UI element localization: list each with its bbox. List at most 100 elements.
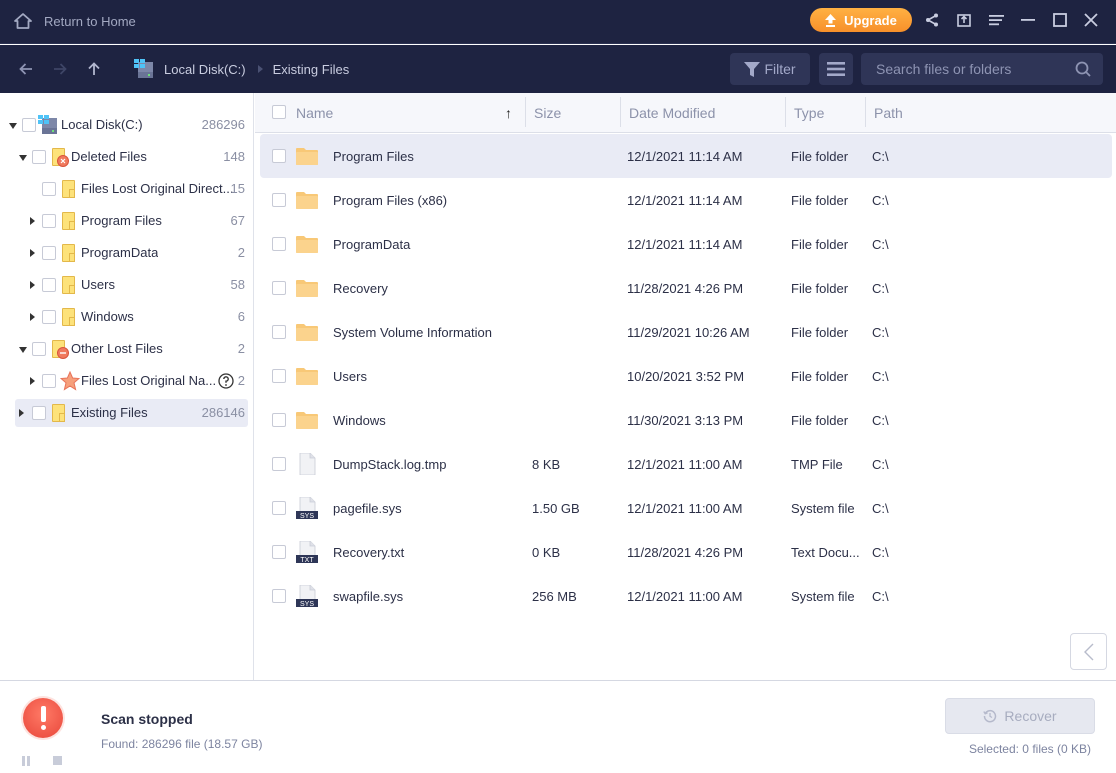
file-row[interactable]: SYS swapfile.sys 256 MB 12/1/2021 11:00 … [260, 574, 1112, 618]
up-button[interactable] [84, 59, 104, 79]
tree-checkbox[interactable] [42, 182, 56, 196]
folder-tree: Local Disk(C:) 286296 Deleted Files 148 File… [0, 93, 254, 681]
tree-item[interactable]: ProgramData 2 [0, 239, 254, 267]
tree-checkbox[interactable] [22, 118, 36, 132]
sort-ascending-icon[interactable]: ↑ [505, 105, 512, 121]
file-type: File folder [791, 281, 849, 296]
folder-icon [296, 412, 318, 429]
file-row[interactable]: Windows 11/30/2021 3:13 PM File folder C… [260, 398, 1112, 442]
row-checkbox[interactable] [272, 369, 286, 383]
caret-down-icon[interactable] [9, 123, 17, 129]
tree-checkbox[interactable] [32, 406, 46, 420]
tree-checkbox[interactable] [32, 150, 46, 164]
row-checkbox[interactable] [272, 457, 286, 471]
row-checkbox[interactable] [272, 545, 286, 559]
caret-right-icon[interactable] [30, 281, 35, 289]
tree-checkbox[interactable] [42, 246, 56, 260]
file-path: C:\ [872, 193, 889, 208]
search-input[interactable] [861, 61, 1061, 77]
close-button[interactable] [1081, 10, 1101, 30]
caret-right-icon[interactable] [30, 313, 35, 321]
file-row[interactable]: DumpStack.log.tmp 8 KB 12/1/2021 11:00 A… [260, 442, 1112, 486]
row-checkbox[interactable] [272, 589, 286, 603]
file-type: System file [791, 589, 855, 604]
caret-down-icon[interactable] [19, 155, 27, 161]
column-header-date-modified[interactable]: Date Modified [629, 105, 715, 121]
caret-down-icon[interactable] [19, 347, 27, 353]
share-icon [926, 13, 938, 27]
file-row[interactable]: Recovery 11/28/2021 4:26 PM File folder … [260, 266, 1112, 310]
tree-item[interactable]: Files Lost Original Direct... 15 [0, 175, 254, 203]
help-icon[interactable] [218, 373, 234, 389]
row-checkbox[interactable] [272, 325, 286, 339]
file-row[interactable]: TXT Recovery.txt 0 KB 11/28/2021 4:26 PM… [260, 530, 1112, 574]
title-bar: Return to Home Upgrade [0, 0, 1116, 44]
return-home-button[interactable]: Return to Home [14, 10, 136, 32]
breadcrumb-separator-icon [257, 65, 263, 73]
breadcrumb-item-local-disk[interactable]: Local Disk(C:) [164, 62, 246, 77]
file-row[interactable]: Program Files 12/1/2021 11:14 AM File fo… [260, 134, 1112, 178]
tree-item[interactable]: Users 58 [0, 271, 254, 299]
column-divider[interactable] [620, 97, 621, 127]
stop-button[interactable] [53, 756, 62, 765]
forward-button[interactable] [50, 59, 70, 79]
row-checkbox[interactable] [272, 281, 286, 295]
tree-item[interactable]: Other Lost Files 2 [0, 335, 254, 363]
column-divider[interactable] [865, 97, 866, 127]
view-menu-button[interactable] [819, 53, 853, 85]
column-header-path[interactable]: Path [874, 105, 903, 121]
tree-checkbox[interactable] [42, 278, 56, 292]
export-button[interactable] [954, 10, 974, 30]
caret-right-icon[interactable] [30, 377, 35, 385]
list-view-icon [827, 62, 845, 76]
app-menu-button[interactable] [986, 10, 1006, 30]
row-checkbox[interactable] [272, 237, 286, 251]
selected-summary: Selected: 0 files (0 KB) [968, 742, 1091, 756]
column-header-size[interactable]: Size [534, 105, 561, 121]
caret-right-icon[interactable] [30, 249, 35, 257]
column-header-name[interactable]: Name [296, 105, 333, 121]
collapse-preview-button[interactable] [1070, 633, 1107, 670]
file-row[interactable]: ProgramData 12/1/2021 11:14 AM File fold… [260, 222, 1112, 266]
tree-item[interactable]: Windows 6 [0, 303, 254, 331]
column-divider[interactable] [525, 97, 526, 127]
folder-icon-wrap [296, 277, 318, 299]
row-checkbox[interactable] [272, 193, 286, 207]
file-row[interactable]: Program Files (x86) 12/1/2021 11:14 AM F… [260, 178, 1112, 222]
tree-item-label: Program Files [81, 213, 162, 228]
file-name: Program Files (x86) [333, 193, 448, 208]
breadcrumb-item-existing-files[interactable]: Existing Files [273, 62, 350, 77]
tree-checkbox[interactable] [42, 214, 56, 228]
minimize-icon [1021, 19, 1035, 21]
caret-right-icon[interactable] [19, 409, 24, 417]
minimize-button[interactable] [1018, 10, 1038, 30]
recover-button[interactable]: Recover [945, 698, 1095, 734]
file-row[interactable]: System Volume Information 11/29/2021 10:… [260, 310, 1112, 354]
back-button[interactable] [16, 59, 36, 79]
pause-button[interactable] [21, 756, 31, 766]
row-checkbox[interactable] [272, 149, 286, 163]
caret-right-icon[interactable] [30, 217, 35, 225]
file-row[interactable]: SYS pagefile.sys 1.50 GB 12/1/2021 11:00… [260, 486, 1112, 530]
share-button[interactable] [922, 10, 942, 30]
tree-checkbox[interactable] [42, 374, 56, 388]
select-all-checkbox[interactable] [272, 105, 286, 119]
filter-button[interactable]: Filter [730, 53, 810, 85]
column-divider[interactable] [785, 97, 786, 127]
tree-item[interactable]: Existing Files 286146 [0, 399, 254, 427]
upgrade-button[interactable]: Upgrade [810, 8, 912, 32]
tree-item[interactable]: Program Files 67 [0, 207, 254, 235]
tree-item[interactable]: Files Lost Original Na... 2 [0, 367, 254, 395]
svg-text:SYS: SYS [300, 513, 314, 519]
file-row[interactable]: Users 10/20/2021 3:52 PM File folder C:\ [260, 354, 1112, 398]
maximize-button[interactable] [1050, 10, 1070, 30]
tree-checkbox[interactable] [32, 342, 46, 356]
folder-icon [296, 368, 318, 385]
tree-checkbox[interactable] [42, 310, 56, 324]
row-checkbox[interactable] [272, 501, 286, 515]
tree-item[interactable]: Local Disk(C:) 286296 [0, 111, 254, 139]
search-icon[interactable] [1075, 61, 1091, 77]
tree-item[interactable]: Deleted Files 148 [0, 143, 254, 171]
column-header-type[interactable]: Type [794, 105, 824, 121]
row-checkbox[interactable] [272, 413, 286, 427]
